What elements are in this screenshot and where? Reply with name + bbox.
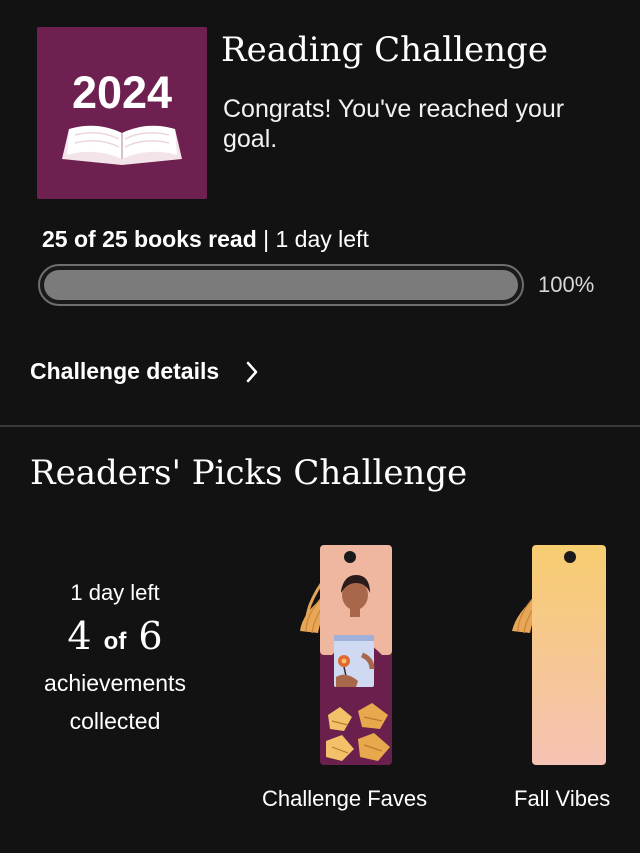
reading-challenge-title: Reading Challenge bbox=[221, 30, 548, 70]
challenge-details-label: Challenge details bbox=[30, 358, 220, 384]
progress-bar-fill bbox=[44, 270, 518, 300]
challenge-badge: 2024 bbox=[37, 27, 207, 199]
congrats-message: Congrats! You've reached your goal. bbox=[223, 95, 565, 153]
gradient-bookmark-icon bbox=[512, 545, 606, 765]
bookmark-label-challenge-faves: Challenge Faves bbox=[262, 786, 428, 811]
bookmark-fall-vibes[interactable] bbox=[504, 535, 614, 770]
rp-days-left: 1 day left bbox=[70, 580, 160, 605]
section-divider bbox=[0, 425, 640, 427]
achievements-summary: 1 day left 4 of 6 achievements collected bbox=[0, 580, 230, 740]
readers-picks-title: Readers' Picks Challenge bbox=[30, 453, 468, 493]
books-read-count: 25 of 25 books read bbox=[42, 226, 257, 252]
of-label: of bbox=[103, 628, 127, 655]
chevron-right-icon bbox=[246, 361, 258, 382]
total-count: 6 bbox=[138, 614, 163, 658]
open-book-icon bbox=[62, 125, 182, 165]
achieved-count: 4 bbox=[67, 614, 92, 658]
progress-summary: 25 of 25 books read | 1 day left bbox=[42, 226, 369, 253]
progress-percent: 100% bbox=[538, 272, 595, 297]
bookmark-challenge-faves[interactable] bbox=[292, 535, 402, 770]
badge-year: 2024 bbox=[71, 67, 173, 118]
reader-bookmark-icon bbox=[300, 545, 392, 765]
progress-bar bbox=[38, 264, 524, 306]
days-left-text: | 1 day left bbox=[256, 226, 369, 252]
challenge-details-link[interactable]: Challenge details bbox=[30, 358, 259, 385]
bookmark-label-fall-vibes: Fall Vibes bbox=[514, 786, 611, 811]
achievements-count: 4 of 6 bbox=[0, 614, 230, 658]
achievements-label: achievements collected bbox=[44, 670, 186, 734]
